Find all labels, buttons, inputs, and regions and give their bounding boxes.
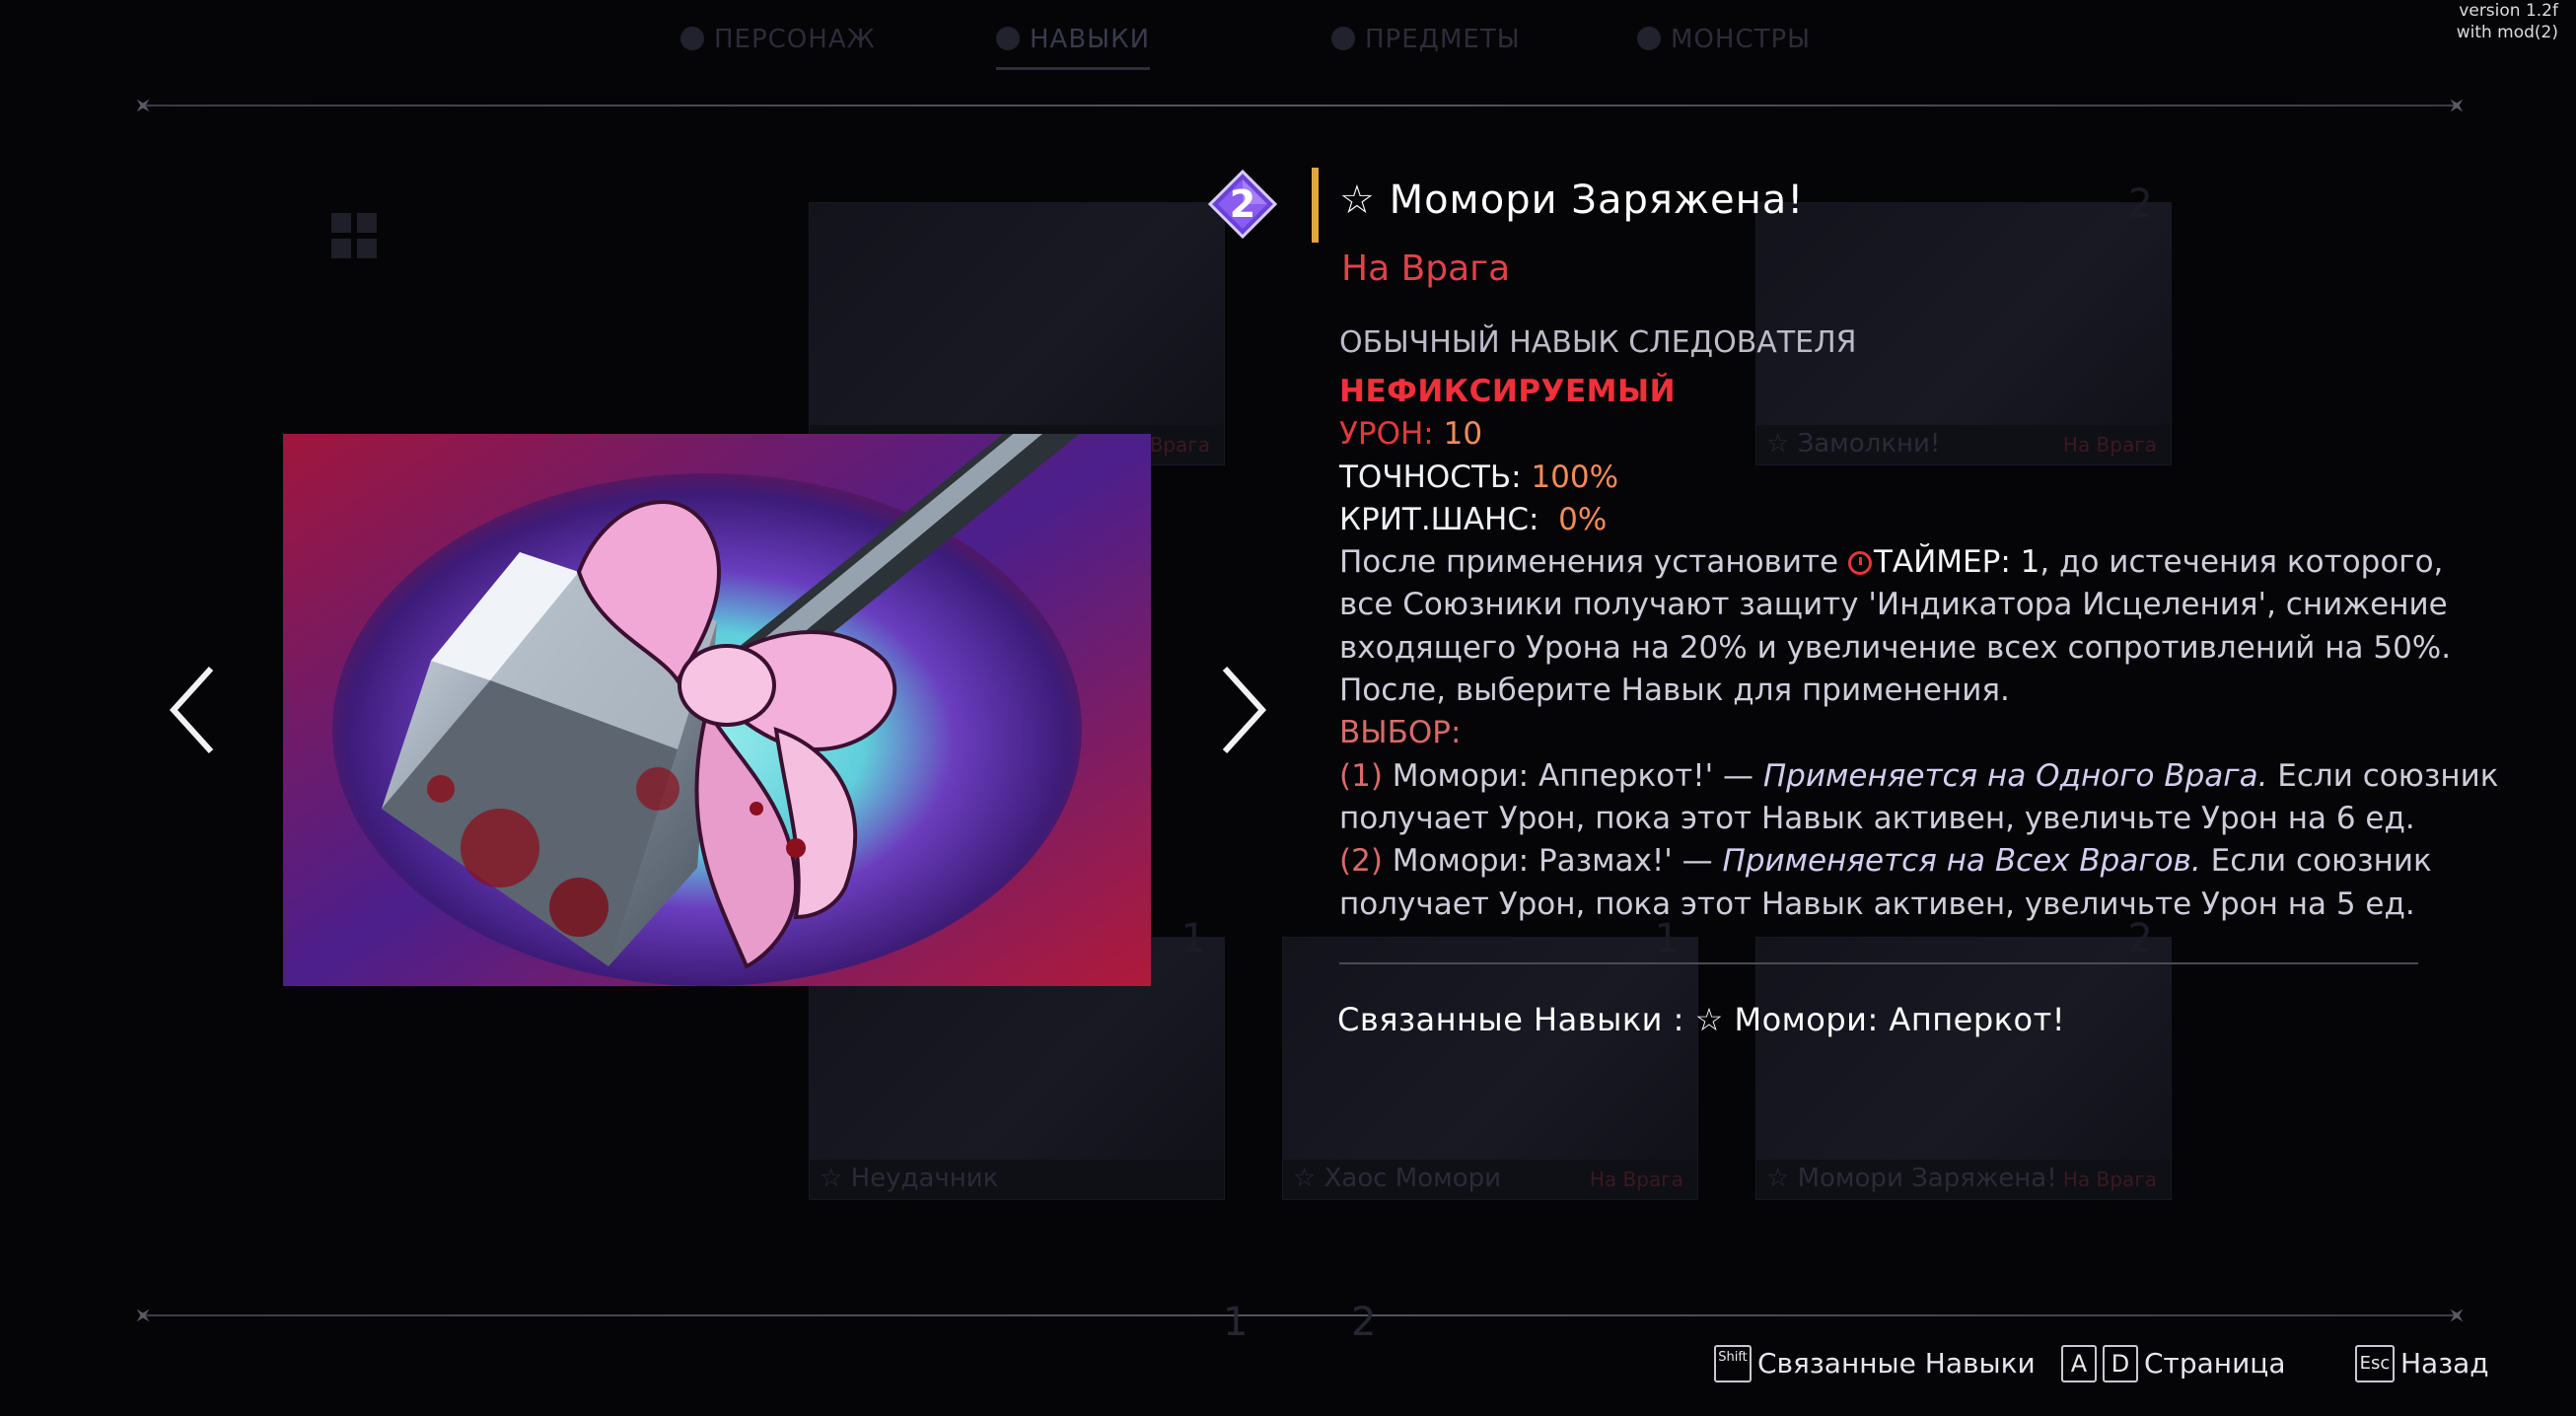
page-label: Страница: [2144, 1347, 2286, 1380]
bottom-divider: [146, 1314, 2458, 1316]
top-divider: [146, 105, 2458, 106]
choice-target: Применяется на Одного Врага.: [1762, 757, 2268, 794]
d-key-icon: D: [2103, 1345, 2138, 1382]
grid-view-icon[interactable]: [325, 207, 385, 266]
back-label: Назад: [2400, 1347, 2489, 1380]
choice-number: (1): [1339, 757, 1383, 794]
tab-skills[interactable]: НАВЫКИ: [996, 18, 1151, 70]
skill-category: ОБЫЧНЫЙ НАВЫК СЛЕДОВАТЕЛЯ: [1339, 325, 1857, 360]
next-arrow-icon[interactable]: [1213, 661, 1272, 759]
page-hint[interactable]: A D Страница: [2061, 1343, 2286, 1382]
skill-cost-badge: 2: [1207, 169, 1278, 240]
choice-text: получает Урон, пока этот Навык активен, …: [1339, 885, 2415, 922]
page-indicator[interactable]: 1: [1223, 1300, 1248, 1345]
skill-title: ☆ Момори Заряжена!: [1339, 177, 1805, 223]
skill-cost: 2: [1229, 182, 1256, 226]
version-info: version 1.2f with mod(2): [2457, 0, 2558, 43]
description-text: , до истечения которого,: [2039, 544, 2444, 581]
shift-key-icon: Shift: [1714, 1345, 1752, 1382]
description-text: входящего Урона на 20% и увеличение всех…: [1339, 629, 2452, 666]
description-text: все Союзники получают защиту 'Индикатора…: [1339, 587, 2448, 623]
skills-icon: [996, 27, 1020, 50]
person-icon: [680, 27, 704, 50]
choice-text: получает Урон, пока этот Навык активен, …: [1339, 800, 2415, 836]
skill-card[interactable]: 1 ☆ Хаос Момори На Врага: [1282, 916, 1698, 1200]
accuracy-value: 100%: [1531, 459, 1619, 495]
tab-items[interactable]: ПРЕДМЕТЫ: [1331, 18, 1521, 67]
related-skills-label: Связанные Навыки: [1757, 1347, 2036, 1380]
choice-target: Применяется на Всех Врагов.: [1722, 843, 2201, 880]
version-number: version 1.2f: [2459, 1, 2558, 21]
crit-label: КРИТ.ШАНС:: [1339, 501, 1539, 537]
choice-name: Момори: Размах!' —: [1392, 843, 1723, 880]
accuracy-label: ТОЧНОСТЬ:: [1339, 459, 1522, 495]
esc-key-icon: Esc: [2355, 1345, 2395, 1382]
related-skills: Связанные Навыки : ☆ Момори: Апперкот!: [1337, 1001, 2066, 1038]
skill-target: На Врага: [1341, 248, 1511, 289]
item-icon: [1331, 27, 1355, 50]
description-text: После, выберите Навык для применения.: [1339, 673, 2010, 709]
mod-info: with mod(2): [2456, 23, 2558, 42]
tab-monsters[interactable]: МОНСТРЫ: [1637, 18, 1811, 67]
page-indicator[interactable]: 2: [1351, 1300, 1376, 1345]
back-hint[interactable]: Esc Назад: [2355, 1343, 2489, 1382]
choice-label: ВЫБОР:: [1339, 715, 1462, 751]
unfixable-label: НЕФИКСИРУЕМЫЙ: [1339, 374, 1677, 409]
skill-artwork: [283, 434, 1151, 986]
damage-label: УРОН:: [1339, 416, 1434, 453]
timer-keyword: ТАЙМЕР: 1: [1873, 544, 2040, 581]
previous-arrow-icon[interactable]: [164, 661, 223, 759]
crit-value: 0%: [1558, 501, 1608, 537]
title-accent-bar: [1312, 168, 1319, 243]
top-tabs: ПЕРСОНАЖ НАВЫКИ ПРЕДМЕТЫ МОНСТРЫ: [671, 18, 1854, 70]
related-divider: [1339, 962, 2418, 964]
timer-icon: [1847, 551, 1872, 576]
skill-card[interactable]: Врага: [809, 202, 1225, 465]
skill-description: НЕФИКСИРУЕМЫЙ УРОН: 10 ТОЧНОСТЬ: 100% КР…: [1339, 371, 2498, 926]
choice-name: Момори: Апперкот!' —: [1392, 757, 1763, 794]
damage-value: 10: [1443, 416, 1483, 453]
choice-number: (2): [1339, 843, 1383, 880]
a-key-icon: A: [2061, 1345, 2097, 1382]
tab-character[interactable]: ПЕРСОНАЖ: [680, 18, 876, 67]
related-skills-hint[interactable]: Shift Связанные Навыки: [1714, 1343, 2036, 1382]
choice-text: Если союзник: [2267, 757, 2499, 794]
description-text: После применения установите: [1339, 544, 1848, 581]
skill-card[interactable]: 2 ☆ Момори Заряжена! На Врага: [1755, 916, 2172, 1200]
choice-text: Если союзник: [2200, 843, 2432, 880]
monster-icon: [1637, 27, 1661, 50]
